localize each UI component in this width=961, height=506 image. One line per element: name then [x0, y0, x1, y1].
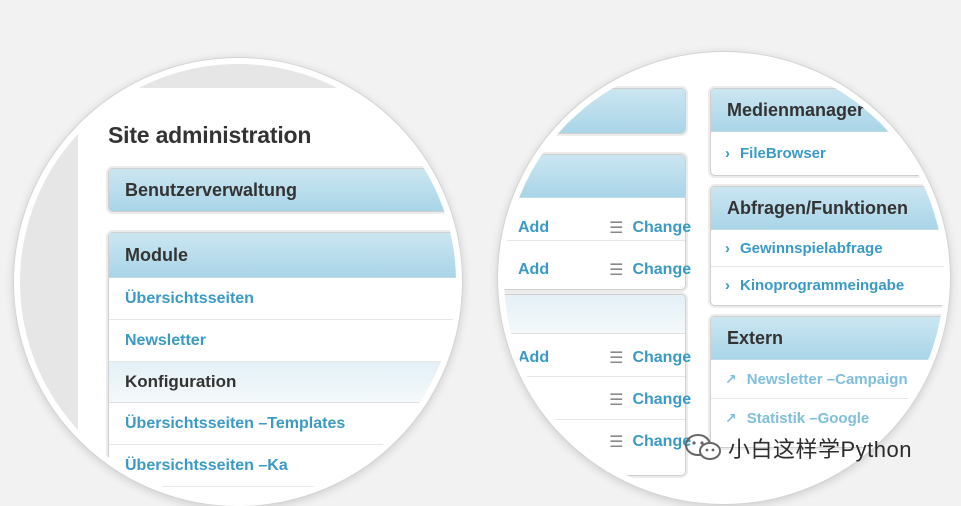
- module-row-uebersichtsseiten[interactable]: Übersichtsseiten: [109, 278, 456, 320]
- change-link-5[interactable]: Change: [632, 433, 691, 451]
- list-icon: ☰: [609, 434, 624, 451]
- page-title: Site administration: [108, 122, 312, 148]
- medien-header: Medienmanager: [711, 89, 944, 132]
- gewinnspiel-link[interactable]: › Gewinnspielabfrage: [711, 230, 944, 267]
- change-link-1[interactable]: Change: [632, 219, 691, 237]
- filebrowser-label: FileBrowser: [740, 144, 826, 162]
- medien-panel: Medienmanager › FileBrowser: [710, 88, 944, 176]
- kinoprogramm-label: Kinoprogrammeingabe: [740, 276, 905, 294]
- add-link-1[interactable]: Add: [518, 219, 549, 237]
- list-icon: ☰: [609, 350, 624, 367]
- chevron-right-icon: ›: [725, 144, 730, 162]
- extern-panel: Extern ↗ Newsletter –Campaign ↗ Statisti…: [710, 316, 944, 448]
- action-row-1: Add ☰ Change: [518, 218, 691, 238]
- abfragen-panel: Abfragen/Funktionen › Gewinnspielabfrage…: [710, 186, 944, 306]
- change-link-4[interactable]: Change: [632, 391, 691, 409]
- filebrowser-link[interactable]: › FileBrowser: [711, 132, 944, 174]
- watermark: 小白这样学Python: [684, 432, 912, 464]
- change-link-2[interactable]: Change: [632, 261, 691, 279]
- add-link-2[interactable]: Add: [518, 261, 549, 279]
- wechat-icon: [685, 434, 721, 460]
- statistik-google-label: Statistik –Google: [746, 409, 870, 427]
- top-blue-header: [515, 89, 685, 133]
- action-row-3: Add ☰ Change: [518, 348, 691, 368]
- gewinnspiel-label: Gewinnspielabfrage: [740, 239, 883, 257]
- abfragen-header: Abfragen/Funktionen: [711, 187, 944, 230]
- konfiguration-header: Konfiguration: [109, 362, 456, 403]
- module-header: Module: [109, 233, 456, 278]
- add-link-3[interactable]: Add: [518, 349, 549, 367]
- module-panel: Module Übersichtsseiten Newsletter Konfi…: [108, 232, 456, 500]
- action-row-4: Add ☰ Change: [518, 390, 691, 410]
- chevron-right-icon: ›: [725, 239, 730, 257]
- top-blue-panel: [514, 88, 686, 134]
- list-icon: ☰: [609, 392, 624, 409]
- chevron-right-icon: ›: [725, 276, 730, 294]
- benutzer-header[interactable]: Benutzerverwaltung: [109, 169, 456, 211]
- top-band: [78, 64, 456, 88]
- external-link-icon: ↗: [725, 409, 737, 426]
- list-icon: ☰: [609, 220, 624, 237]
- list-icon: ☰: [609, 262, 624, 279]
- watermark-text: 小白这样学Python: [728, 437, 912, 462]
- action-row-5: Add ☰ Change: [518, 432, 691, 452]
- actions-panel-1-header: [504, 155, 685, 198]
- benutzer-panel: Benutzerverwaltung: [108, 168, 456, 212]
- kinoprogramm-link[interactable]: › Kinoprogrammeingabe: [711, 267, 944, 303]
- actions-panel-2-subheader: [504, 295, 685, 334]
- external-link-icon: ↗: [725, 370, 737, 387]
- left-magnifier: Site administration Benutzerverwaltung M…: [14, 58, 462, 506]
- module-row-newsletter[interactable]: Newsletter: [109, 320, 456, 362]
- change-link-3[interactable]: Change: [632, 349, 691, 367]
- konfig-row-ka[interactable]: Übersichtsseiten –Ka: [109, 445, 456, 487]
- action-row-2: Add ☰ Change: [518, 260, 691, 280]
- left-gutter: [20, 64, 78, 500]
- konfig-row-templates[interactable]: Übersichtsseiten –Templates: [109, 403, 456, 445]
- newsletter-campaign-link[interactable]: ↗ Newsletter –Campaign: [711, 360, 944, 399]
- newsletter-campaign-label: Newsletter –Campaign: [746, 370, 908, 388]
- extern-header: Extern: [711, 317, 944, 360]
